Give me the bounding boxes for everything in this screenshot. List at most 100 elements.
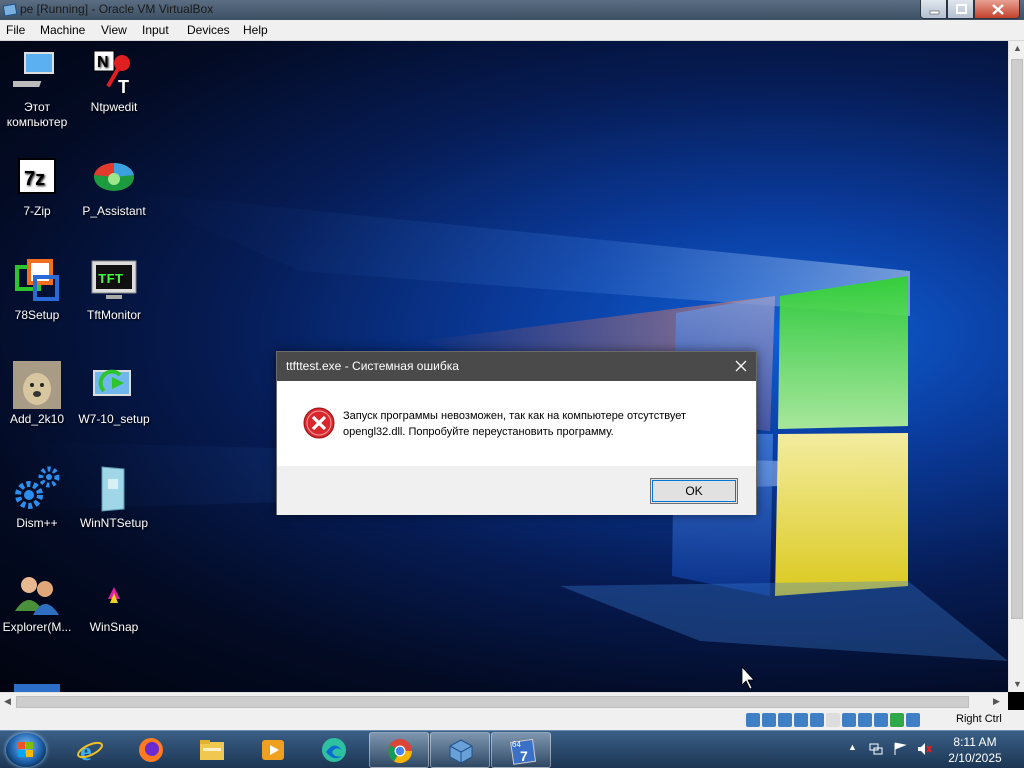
desktop-icon-label: 7-Zip (23, 204, 51, 218)
volume-muted-icon[interactable] (916, 741, 932, 757)
desktop-icon-tftmonitor[interactable]: TFT TftMonitor (78, 257, 150, 323)
restore-icon (956, 4, 967, 14)
dialog-footer: OK (277, 466, 756, 515)
start-button[interactable] (6, 733, 46, 767)
optical-drive-icon[interactable] (762, 712, 776, 727)
host-taskbar: e 64 7 ▲ 8:11 AM 2/10/2025 (0, 730, 1024, 768)
virtualbox-64-icon: 647 (510, 738, 536, 765)
error-dialog[interactable]: ttfttest.exe - Системная ошибка Запуск п… (276, 351, 757, 515)
svg-text:T: T (118, 77, 129, 97)
shared-folders-icon[interactable] (826, 712, 840, 727)
w7-setup-icon (90, 361, 138, 409)
network-icon[interactable] (794, 712, 808, 727)
minimize-icon (929, 10, 940, 15)
horizontal-scrollbar[interactable]: ◀ ▶ (0, 692, 1008, 710)
clock-time: 8:11 AM (953, 735, 997, 749)
desktop-icon-winntsetup[interactable]: WinNTSetup (78, 465, 150, 531)
desktop-icon-78setup[interactable]: 78Setup (1, 257, 73, 323)
host-key-label[interactable]: Right Ctrl (956, 713, 1002, 725)
close-icon (735, 360, 747, 372)
78setup-icon (13, 257, 61, 305)
scroll-left-icon[interactable]: ◀ (4, 696, 11, 707)
show-hidden-icons-icon[interactable]: ▲ (848, 742, 857, 752)
dog-icon (13, 361, 61, 409)
dialog-titlebar[interactable]: ttfttest.exe - Системная ошибка (277, 352, 756, 381)
close-icon (992, 4, 1004, 15)
desktop-icon-7zip[interactable]: 7z 7-Zip (1, 153, 73, 219)
mouse-integration-icon[interactable] (890, 712, 904, 727)
dialog-message: Запуск программы невозможен, так как на … (343, 410, 686, 438)
taskbar-internet-explorer[interactable]: e (60, 732, 120, 768)
close-window-button[interactable] (974, 0, 1020, 19)
7zip-icon: 7z (13, 153, 61, 201)
desktop-icon-w7-10-setup[interactable]: W7-10_setup (78, 361, 150, 427)
menu-devices[interactable]: Devices (187, 23, 230, 37)
scroll-up-icon[interactable]: ▲ (1013, 43, 1022, 53)
dialog-title: ttfttest.exe - Системная ошибка (286, 359, 459, 373)
desktop-icon-winsnap[interactable]: WinSnap (78, 569, 150, 635)
mouse-cursor-icon (741, 665, 755, 690)
partial-desktop-icon (14, 684, 60, 692)
network-tray-icon[interactable] (868, 741, 884, 757)
hard-disk-icon[interactable] (746, 712, 760, 727)
window-titlebar[interactable]: pe [Running] - Oracle VM VirtualBox (0, 0, 1024, 20)
taskbar-clock[interactable]: 8:11 AM 2/10/2025 (940, 734, 1010, 766)
menu-machine[interactable]: Machine (40, 23, 85, 37)
desktop-icon-label: Explorer(M... (2, 620, 72, 634)
svg-text:7z: 7z (24, 168, 45, 190)
scroll-down-icon[interactable]: ▼ (1013, 679, 1022, 689)
winsnap-icon (90, 569, 138, 617)
menu-view[interactable]: View (101, 23, 127, 37)
action-center-flag-icon[interactable] (892, 741, 908, 757)
computer-icon (7, 49, 61, 97)
menu-input[interactable]: Input (142, 23, 169, 37)
audio-icon[interactable] (778, 712, 792, 727)
desktop-icon-label: WinNTSetup (79, 516, 149, 530)
taskbar-edge[interactable] (304, 732, 364, 768)
desktop-icon-explorer[interactable]: Explorer(M... (1, 569, 73, 635)
maximize-button[interactable] (947, 0, 974, 19)
taskbar-file-explorer[interactable] (182, 732, 242, 768)
ntpwedit-icon: NT (90, 49, 138, 97)
desktop-icon-add-2k10[interactable]: Add_2k10 (1, 361, 73, 427)
dialog-close-button[interactable] (730, 355, 752, 377)
taskbar-virtualbox[interactable] (430, 732, 490, 768)
vt-x-icon[interactable] (874, 712, 888, 727)
scroll-right-icon[interactable]: ▶ (993, 696, 1000, 707)
tft-monitor-icon: TFT (90, 257, 138, 305)
minimize-button[interactable] (920, 0, 947, 19)
keyboard-icon[interactable] (906, 712, 920, 727)
taskbar-virtualbox-vm[interactable]: 64 7 (491, 732, 551, 768)
recording-icon[interactable] (858, 712, 872, 727)
vertical-scrollbar[interactable]: ▲ ▼ (1008, 41, 1024, 692)
virtualbox-icon (2, 3, 18, 17)
taskbar-media-player[interactable] (243, 732, 303, 768)
winntsetup-icon (90, 465, 138, 513)
desktop-icon-p-assistant[interactable]: P_Assistant (78, 153, 150, 219)
svg-text:N: N (97, 54, 109, 71)
clock-date: 2/10/2025 (948, 751, 1002, 765)
menu-help[interactable]: Help (243, 23, 268, 37)
desktop-icon-label: TftMonitor (86, 308, 141, 322)
desktop-icon-label: WinSnap (89, 620, 139, 634)
svg-text:7: 7 (520, 748, 528, 764)
desktop-icon-dism[interactable]: Dism++ (1, 465, 73, 531)
partition-assistant-icon (90, 153, 138, 201)
desktop-icon-ntpwedit[interactable]: NT Ntpwedit (78, 49, 150, 115)
desktop-icon-label: Add_2k10 (9, 412, 65, 426)
media-player-icon (262, 740, 284, 760)
taskbar-chrome[interactable] (369, 732, 429, 768)
svg-text:TFT: TFT (98, 272, 123, 288)
gears-icon (13, 465, 61, 513)
menu-file[interactable]: File (6, 23, 25, 37)
ok-button[interactable]: OK (650, 478, 738, 504)
usb-icon[interactable] (810, 712, 824, 727)
window-title: pe [Running] - Oracle VM VirtualBox (20, 2, 214, 16)
display-icon[interactable] (842, 712, 856, 727)
desktop-icon-this-pc[interactable]: Этот компьютер (1, 49, 73, 130)
vertical-scroll-thumb[interactable] (1011, 59, 1023, 619)
horizontal-scroll-thumb[interactable] (16, 696, 969, 708)
taskbar-firefox[interactable] (121, 732, 181, 768)
desktop-icon-label: W7-10_setup (78, 412, 150, 426)
windows-logo-icon (18, 742, 33, 757)
